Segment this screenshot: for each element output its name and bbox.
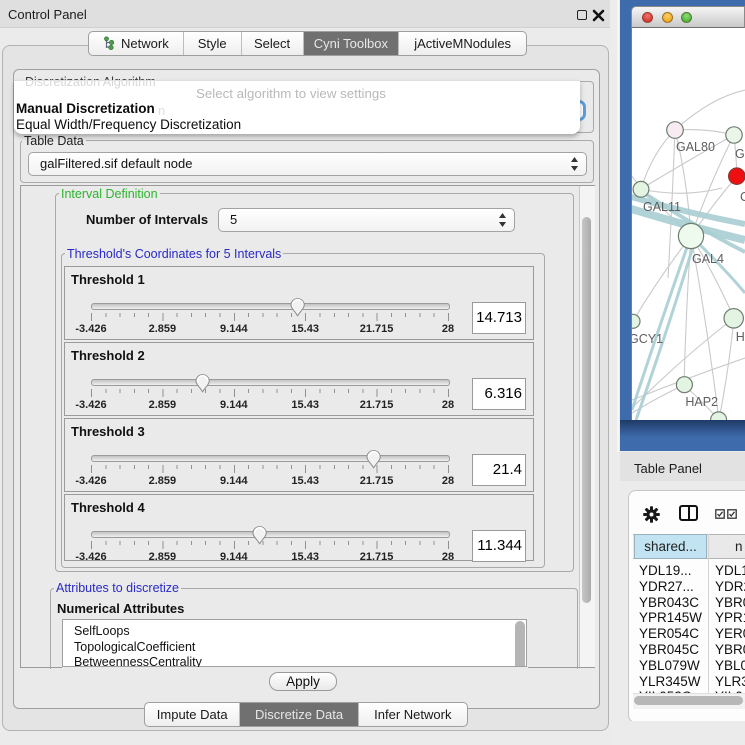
svg-text:GAL4: GAL4 [692,252,724,266]
svg-text:HAP2: HAP2 [685,395,718,409]
svg-text:C: C [740,190,745,204]
svg-text:H: H [736,330,745,344]
svg-text:GAL11: GAL11 [643,200,681,214]
svg-text:GCY1: GCY1 [632,332,663,346]
svg-text:GAL80: GAL80 [676,140,715,154]
svg-text:G: G [735,147,745,161]
